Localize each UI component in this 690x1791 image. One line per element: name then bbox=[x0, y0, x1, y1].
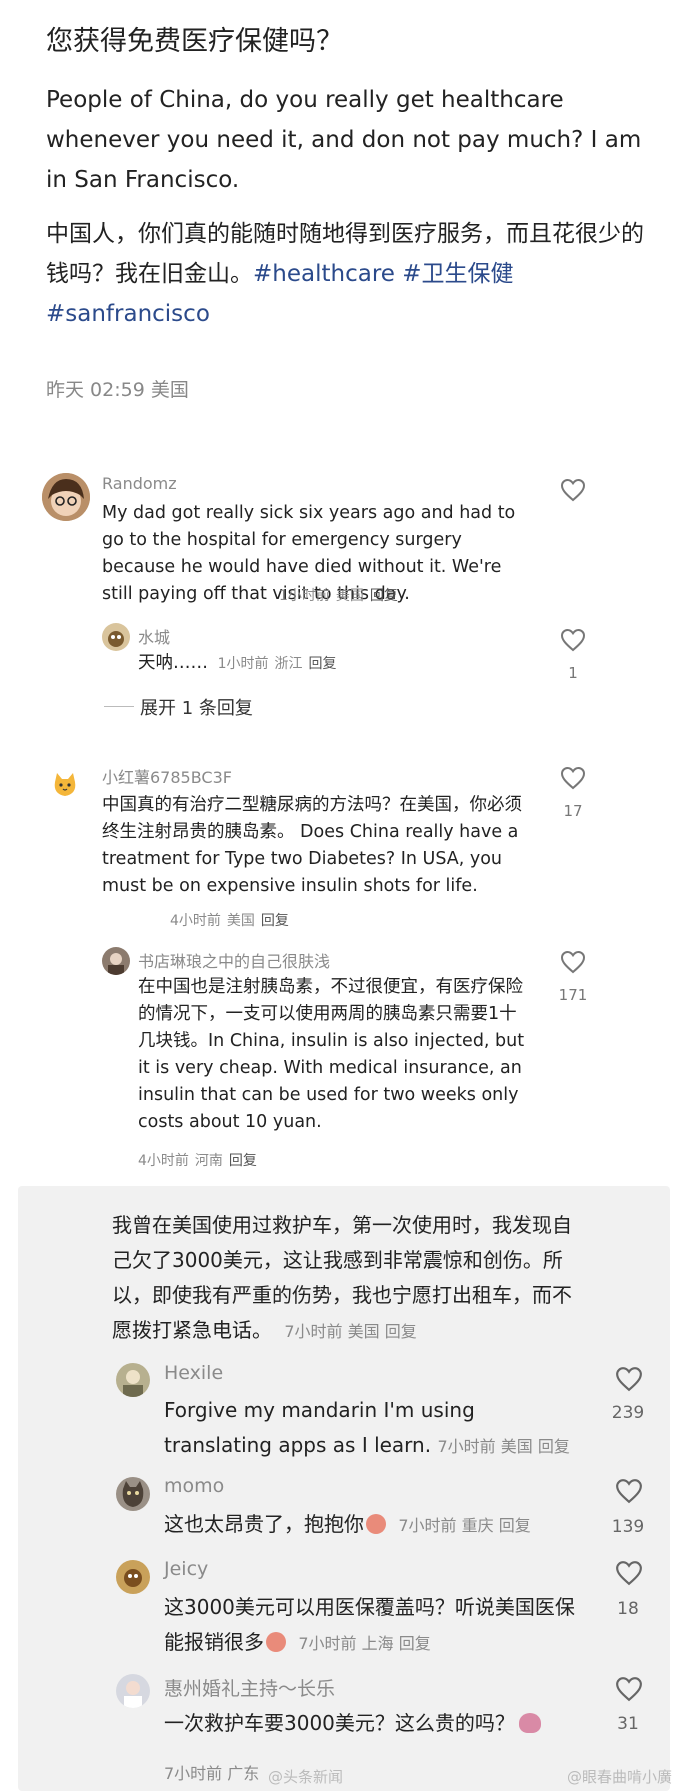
like-button[interactable] bbox=[558, 766, 588, 790]
reply-location: 上海 bbox=[361, 1634, 394, 1653]
reply-text: 这3000美元可以用医保覆盖吗？听说美国医保能报销很多 7小时前 上海 回复 bbox=[164, 1590, 584, 1661]
reply-text: 一次救护车要3000美元？这么贵的吗？ bbox=[164, 1706, 594, 1741]
cat-avatar-icon bbox=[50, 770, 80, 800]
like-button[interactable] bbox=[614, 1366, 644, 1392]
reply-button[interactable]: 回复 bbox=[499, 1516, 531, 1535]
reply-button[interactable]: 回复 bbox=[385, 1322, 417, 1341]
avatar-hexile[interactable] bbox=[116, 1363, 150, 1397]
reply-location: 河南 bbox=[194, 1153, 223, 1169]
like-button[interactable] bbox=[614, 1560, 644, 1586]
reply-button[interactable]: 回复 bbox=[229, 1153, 257, 1169]
reply-button[interactable]: 回复 bbox=[538, 1437, 570, 1456]
reply-text: Forgive my mandarin I'm using translatin… bbox=[164, 1393, 588, 1464]
panel-main-location: 美国 bbox=[347, 1322, 380, 1341]
reply-time: 7小时前 bbox=[298, 1634, 357, 1653]
heart-outline-icon bbox=[616, 1367, 642, 1392]
watermark-author: @眼春曲啃小廣 bbox=[566, 1768, 672, 1786]
reply-time: 7小时前 bbox=[398, 1516, 457, 1535]
heart-outline-icon bbox=[616, 1677, 642, 1702]
like-count: 18 bbox=[617, 1599, 639, 1619]
like-count: 17 bbox=[563, 802, 583, 820]
like-count: 239 bbox=[611, 1403, 645, 1423]
reply-button[interactable]: 回复 bbox=[399, 1634, 431, 1653]
reply-time: 7小时前 bbox=[437, 1437, 496, 1456]
reply-username[interactable]: momo bbox=[164, 1475, 224, 1497]
post-text-en: People of China, do you really get healt… bbox=[46, 87, 642, 193]
reply-button[interactable]: 回复 bbox=[261, 913, 289, 929]
expand-divider bbox=[104, 706, 134, 707]
reply-username[interactable]: 水城 bbox=[138, 624, 170, 648]
like-button[interactable] bbox=[614, 1478, 644, 1504]
reply-username[interactable]: 惠州婚礼主持～长乐 bbox=[164, 1674, 335, 1701]
reply-text: 在中国也是注射胰岛素，不过很便宜，有医疗保险的情况下，一支可以使用两周的胰岛素只… bbox=[138, 977, 525, 1132]
comment-location: 美国 bbox=[226, 913, 255, 929]
comment-username[interactable]: 小红薯6785BC3F bbox=[102, 764, 232, 788]
expand-replies-button[interactable]: 展开 1 条回复 bbox=[140, 694, 253, 720]
heart-outline-icon bbox=[560, 628, 586, 652]
like-count: 31 bbox=[617, 1714, 639, 1734]
reply-username[interactable]: Hexile bbox=[164, 1362, 223, 1384]
panel-main-time: 7小时前 bbox=[284, 1322, 343, 1341]
reply-button[interactable]: 回复 bbox=[309, 656, 337, 672]
like-button[interactable] bbox=[558, 950, 588, 974]
hashtag-weisheng[interactable]: #卫生保健 bbox=[402, 261, 513, 287]
reply-time: 4小时前 bbox=[138, 1153, 189, 1169]
post-text-cn: 中国人，你们真的能随时随地得到医疗服务，而且花很少的钱吗？我在旧金山。#heal… bbox=[46, 214, 646, 334]
reply-time: 7小时前 bbox=[164, 1764, 223, 1783]
reply-meta: 7小时前 广东 bbox=[164, 1760, 259, 1784]
avatar-huizhou[interactable] bbox=[116, 1674, 150, 1708]
comment-meta: 4小时前 美国 回复 bbox=[170, 910, 295, 930]
avatar-shudian[interactable] bbox=[102, 947, 130, 975]
reply-location: 重庆 bbox=[461, 1516, 494, 1535]
hug-emoji-icon bbox=[366, 1514, 386, 1534]
reply-location: 美国 bbox=[500, 1437, 533, 1456]
like-count: 139 bbox=[611, 1517, 645, 1537]
post-meta: 昨天 02:59 美国 bbox=[46, 379, 189, 401]
like-button[interactable] bbox=[558, 628, 588, 652]
panel-main-comment: 我曾在美国使用过救护车，第一次使用时，我发现自己欠了3000美元，这让我感到非常… bbox=[112, 1208, 588, 1349]
avatar-momo[interactable] bbox=[116, 1477, 150, 1511]
avatar-randomz[interactable] bbox=[42, 473, 90, 521]
avatar-shuicheng[interactable] bbox=[102, 623, 130, 651]
heart-outline-icon bbox=[616, 1561, 642, 1586]
comment-username[interactable]: Randomz bbox=[102, 474, 177, 493]
comment-text: 中国真的有治疗二型糖尿病的方法吗？在美国，你必须终生注射昂贵的胰岛素。 Does… bbox=[102, 795, 522, 896]
comment-meta: 1小时前 美国 回复 bbox=[279, 585, 404, 605]
poop-emoji-icon bbox=[518, 1713, 541, 1733]
heart-outline-icon bbox=[560, 950, 586, 974]
reply-text: 天呐…… 1小时前 浙江 回复 bbox=[138, 650, 343, 678]
reply-text: 这也太昂贵了，抱抱你 7小时前 重庆 回复 bbox=[164, 1507, 594, 1543]
heart-outline-icon bbox=[560, 478, 586, 502]
reply-text-body: Forgive my mandarin I'm using translatin… bbox=[164, 1398, 475, 1457]
reply-location: 广东 bbox=[227, 1764, 260, 1783]
reply-time: 1小时前 bbox=[217, 656, 269, 672]
hashtag-sanfrancisco[interactable]: #sanfrancisco bbox=[46, 301, 210, 327]
heart-outline-icon bbox=[616, 1479, 642, 1504]
avatar-jeicy[interactable] bbox=[116, 1560, 150, 1594]
reply-meta: 4小时前 河南 回复 bbox=[138, 1150, 263, 1170]
heart-outline-icon bbox=[560, 766, 586, 790]
reply-text-body: 一次救护车要3000美元？这么贵的吗？ bbox=[164, 1711, 515, 1735]
post-title: 您获得免费医疗保健吗？ bbox=[46, 26, 343, 57]
watermark-toutiao: @头条新闻 bbox=[268, 1768, 344, 1786]
reply-location: 浙江 bbox=[274, 656, 303, 672]
hashtag-healthcare[interactable]: #healthcare bbox=[253, 261, 395, 287]
like-button[interactable] bbox=[614, 1676, 644, 1702]
reply-text-body: 这也太昂贵了，抱抱你 bbox=[164, 1512, 364, 1536]
comment-time: 4小时前 bbox=[170, 913, 221, 929]
avatar-xiaohongshu[interactable] bbox=[50, 770, 80, 800]
like-button[interactable] bbox=[558, 478, 588, 502]
post-body: 您获得免费医疗保健吗？ People of China, do you real… bbox=[46, 22, 646, 334]
comment-time: 1小时前 bbox=[279, 588, 330, 604]
comment-location: 美国 bbox=[335, 588, 364, 604]
like-count: 1 bbox=[568, 664, 578, 682]
hug-emoji-icon bbox=[266, 1632, 286, 1652]
like-count: 171 bbox=[558, 986, 588, 1004]
reply-text-body: 天呐…… bbox=[138, 653, 208, 673]
reply-username[interactable]: 书店琳琅之中的自己很肤浅 bbox=[138, 948, 330, 972]
reply-username[interactable]: Jeicy bbox=[164, 1558, 208, 1580]
reply-button[interactable]: 回复 bbox=[370, 588, 398, 604]
